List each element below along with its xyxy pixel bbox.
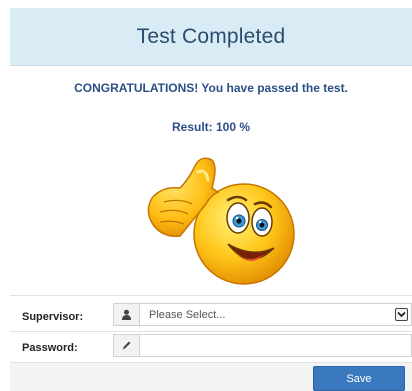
supervisor-select[interactable]: Please Select... [140,303,412,326]
test-completed-dialog: Test Completed CONGRATULATIONS! You have… [0,0,412,391]
congratulations-message: CONGRATULATIONS! You have passed the tes… [74,81,348,95]
form-divider [10,295,412,296]
chevron-down-icon[interactable] [395,308,408,321]
password-input[interactable] [140,334,412,357]
pencil-icon [113,334,140,357]
save-button[interactable]: Save [313,366,405,391]
supervisor-select-value: Please Select... [149,308,226,321]
dialog-title: Test Completed [136,24,286,48]
password-label: Password: [22,342,78,354]
form-divider [10,331,412,332]
user-icon [113,303,140,326]
result-text: Result: 100 % [171,120,251,134]
dialog-header: Test Completed [10,8,412,66]
supervisor-label: Supervisor: [22,311,84,323]
thumbs-up-emoji-icon [147,157,295,285]
